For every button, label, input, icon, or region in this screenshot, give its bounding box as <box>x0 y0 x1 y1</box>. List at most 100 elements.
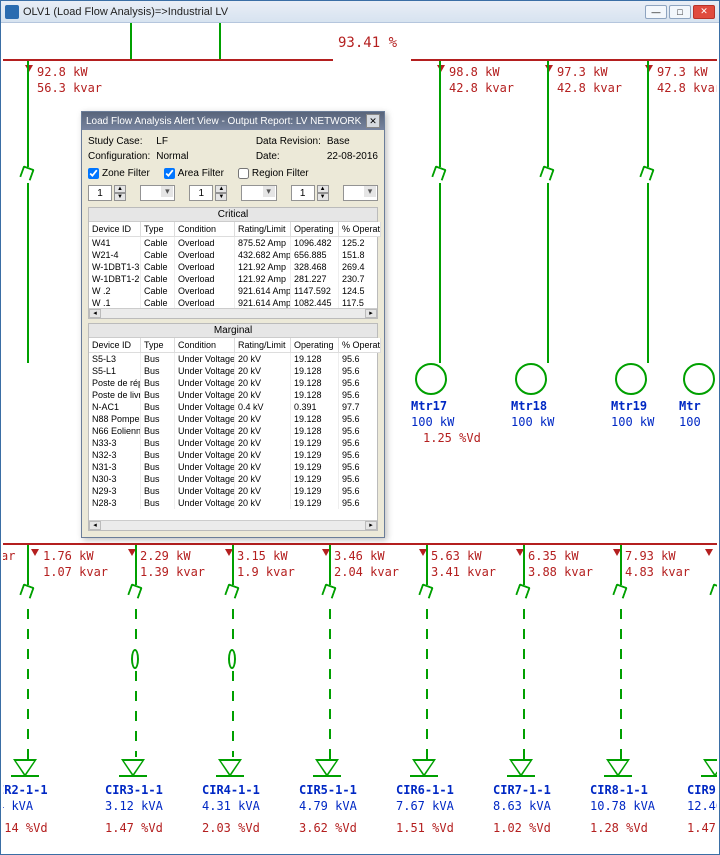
dialog-titlebar[interactable]: Load Flow Analysis Alert View - Output R… <box>82 112 384 130</box>
cell: S5-L3 <box>89 353 141 365</box>
table-row[interactable]: N30-3BusUnder Voltage20 kV19.12995.6 <box>89 473 377 485</box>
cell: N28-3 <box>89 497 141 509</box>
cell: 921.614 Amp <box>235 285 291 297</box>
cell: 921.614 Amp <box>235 297 291 308</box>
area-filter-checkbox[interactable]: Area Filter <box>164 168 224 179</box>
cell: N31-3 <box>89 461 141 473</box>
region-filter-checkbox[interactable]: Region Filter <box>238 168 309 179</box>
col-header[interactable]: % Operating <box>339 338 381 353</box>
motor-kw: 100 kW <box>611 415 654 429</box>
table-row[interactable]: Poste de rép..BusUnder Voltage20 kV19.12… <box>89 377 377 389</box>
col-header[interactable]: Condition <box>175 222 235 237</box>
zone-filter-checkbox[interactable]: Zone Filter <box>88 168 150 179</box>
table-row[interactable]: W-1DBT1-2CableOverload121.92 Amp281.2272… <box>89 273 377 285</box>
dialog-close-button[interactable]: ✕ <box>366 114 380 128</box>
table-row[interactable]: S5-L3BusUnder Voltage20 kV19.12895.6 <box>89 353 377 365</box>
maximize-button[interactable]: □ <box>669 5 691 19</box>
table-row[interactable]: N31-3BusUnder Voltage20 kV19.12995.6 <box>89 461 377 473</box>
config-value: Normal <box>156 151 188 162</box>
cell: Overload <box>175 261 235 273</box>
col-header[interactable]: Rating/Limit <box>235 338 291 353</box>
critical-table-body[interactable]: W41CableOverload875.52 Amp1096.482125.2W… <box>89 237 377 308</box>
alert-view-dialog[interactable]: Load Flow Analysis Alert View - Output R… <box>81 111 385 538</box>
marginal-panel-header: Marginal <box>89 324 377 338</box>
line-dashed <box>523 609 525 759</box>
table-row[interactable]: W-1DBT1-3CableOverload121.92 Amp328.4682… <box>89 261 377 273</box>
cell: Bus <box>141 353 175 365</box>
cell: 1147.592 <box>291 285 339 297</box>
table-row[interactable]: W41CableOverload875.52 Amp1096.482125.2 <box>89 237 377 249</box>
col-header[interactable]: Rating/Limit <box>235 222 291 237</box>
circuit-name: CIR6-1-1 <box>396 783 454 797</box>
motor-icon <box>683 363 715 395</box>
cell: Under Voltage <box>175 485 235 497</box>
cell: 269.4 <box>339 261 377 273</box>
col-header[interactable]: % Operating <box>339 222 381 237</box>
close-button[interactable]: ✕ <box>693 5 715 19</box>
table-row[interactable]: N28-3BusUnder Voltage20 kV19.12995.6 <box>89 497 377 509</box>
cell: Under Voltage <box>175 461 235 473</box>
cell: 230.7 <box>339 273 377 285</box>
cell: Overload <box>175 297 235 308</box>
cell: 19.129 <box>291 473 339 485</box>
scroll-right-icon[interactable]: ▸ <box>365 309 377 318</box>
cell: Under Voltage <box>175 401 235 413</box>
table-row[interactable]: W .2CableOverload921.614 Amp1147.592124.… <box>89 285 377 297</box>
breaker-icon <box>515 583 530 598</box>
minimize-button[interactable]: — <box>645 5 667 19</box>
table-row[interactable]: W21-4CableOverload432.682 Amp656.885151.… <box>89 249 377 261</box>
table-row[interactable]: N33-3BusUnder Voltage20 kV19.12995.6 <box>89 437 377 449</box>
cell: Overload <box>175 285 235 297</box>
region-filter-spin[interactable]: ▲▼ <box>291 185 329 201</box>
critical-hscroll[interactable]: ◂▸ <box>89 308 377 318</box>
bus-lower <box>3 543 717 545</box>
circuit-kva: 4.31 kVA <box>202 799 260 813</box>
scroll-right-icon[interactable]: ▸ <box>365 521 377 530</box>
col-header[interactable]: Operating <box>291 222 339 237</box>
line <box>27 545 29 585</box>
table-row[interactable]: N29-3BusUnder Voltage20 kV19.12995.6 <box>89 485 377 497</box>
cell: Under Voltage <box>175 449 235 461</box>
motor-name: Mtr <box>679 399 701 413</box>
marginal-hscroll[interactable]: ◂▸ <box>89 520 377 530</box>
diagram-canvas[interactable]: 93.41 % 92.8 kW 56.3 kvar 98.8 kW 42.8 k… <box>3 23 717 852</box>
scroll-left-icon[interactable]: ◂ <box>89 521 101 530</box>
col-header[interactable]: Device ID <box>89 338 141 353</box>
motor-vd: 1.25 %Vd <box>423 431 481 445</box>
col-header[interactable]: Type <box>141 222 175 237</box>
table-row[interactable]: W .1CableOverload921.614 Amp1082.445117.… <box>89 297 377 308</box>
table-row[interactable]: S5-L1BusUnder Voltage20 kV19.12895.6 <box>89 365 377 377</box>
region-filter-combo[interactable] <box>343 185 378 201</box>
col-header[interactable]: Operating <box>291 338 339 353</box>
cell: 95.6 <box>339 377 377 389</box>
col-header[interactable]: Condition <box>175 338 235 353</box>
feeder-kvar: 42.8 kvar <box>557 81 622 95</box>
table-row[interactable]: N32-3BusUnder Voltage20 kV19.12995.6 <box>89 449 377 461</box>
cell: 20 kV <box>235 365 291 377</box>
line <box>329 545 331 585</box>
line <box>547 183 549 363</box>
table-row[interactable]: N66 EolienneBusUnder Voltage20 kV19.1289… <box>89 425 377 437</box>
cell: Bus <box>141 497 175 509</box>
col-header[interactable]: Device ID <box>89 222 141 237</box>
breaker-icon <box>431 165 446 180</box>
window-title: OLV1 (Load Flow Analysis)=>Industrial LV <box>23 6 643 18</box>
scroll-left-icon[interactable]: ◂ <box>89 309 101 318</box>
cell: W .1 <box>89 297 141 308</box>
cell: Bus <box>141 485 175 497</box>
col-header[interactable]: Type <box>141 338 175 353</box>
cell: Bus <box>141 425 175 437</box>
table-row[interactable]: Poste de livra..BusUnder Voltage20 kV19.… <box>89 389 377 401</box>
zone-filter-combo[interactable] <box>140 185 175 201</box>
cell: W21-4 <box>89 249 141 261</box>
area-filter-combo[interactable] <box>241 185 276 201</box>
circuit-kva: 8.63 kVA <box>493 799 551 813</box>
circuit-vd: 1.47 %Vd <box>105 821 163 835</box>
table-row[interactable]: N-AC1BusUnder Voltage0.4 kV0.39197.7 <box>89 401 377 413</box>
cell: Bus <box>141 377 175 389</box>
area-filter-spin[interactable]: ▲▼ <box>189 185 227 201</box>
zone-filter-spin[interactable]: ▲▼ <box>88 185 126 201</box>
table-row[interactable]: N88 PompesBusUnder Voltage20 kV19.12895.… <box>89 413 377 425</box>
marginal-table-body[interactable]: S5-L3BusUnder Voltage20 kV19.12895.6S5-L… <box>89 353 377 520</box>
cell: 20 kV <box>235 353 291 365</box>
